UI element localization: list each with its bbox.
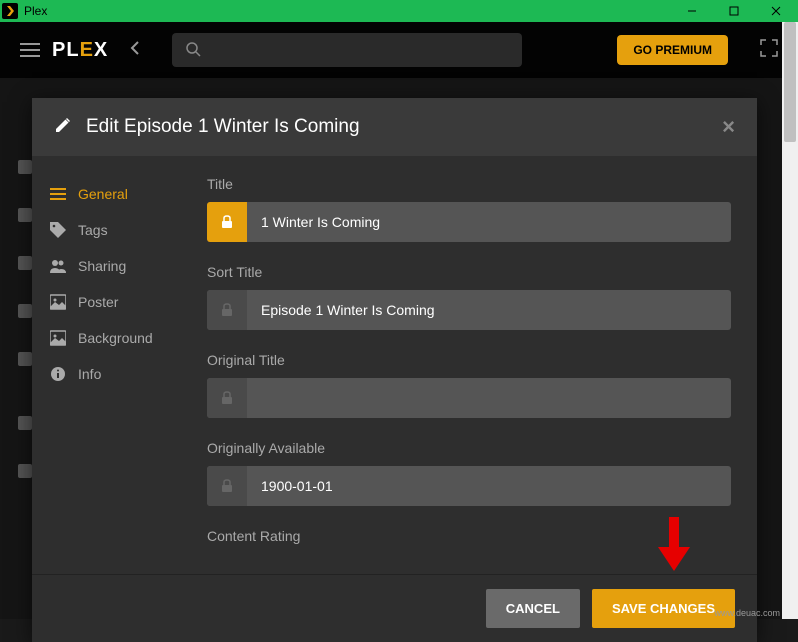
scrollbar-thumb[interactable] <box>784 22 796 142</box>
plex-logo[interactable]: PLEX <box>52 39 108 62</box>
tab-label: Sharing <box>78 258 126 274</box>
input-wrap <box>207 378 731 418</box>
image-icon <box>50 294 66 310</box>
input-wrap <box>207 466 731 506</box>
lock-toggle[interactable] <box>207 466 247 506</box>
field-label: Originally Available <box>207 440 731 456</box>
field-sort-title: Sort Title <box>207 264 731 330</box>
tab-label: Tags <box>78 222 108 238</box>
field-title: Title <box>207 176 731 242</box>
pencil-icon <box>54 116 72 139</box>
image-icon <box>50 330 66 346</box>
window-controls <box>672 1 796 21</box>
watermark: www.deuac.com <box>714 608 780 618</box>
search-input[interactable] <box>172 33 522 67</box>
tab-info[interactable]: Info <box>32 356 197 392</box>
modal-form: Title Sort Title Original <box>197 156 757 574</box>
tab-tags[interactable]: Tags <box>32 212 197 248</box>
app-icon <box>2 3 18 19</box>
info-icon <box>50 366 66 382</box>
close-modal-button[interactable]: × <box>722 114 735 140</box>
modal-header: Edit Episode 1 Winter Is Coming × <box>32 98 757 156</box>
field-content-rating: Content Rating <box>207 528 731 544</box>
minimize-button[interactable] <box>672 1 712 21</box>
app-header: PLEX GO PREMIUM <box>0 22 798 78</box>
input-wrap <box>207 202 731 242</box>
go-premium-button[interactable]: GO PREMIUM <box>617 35 728 65</box>
lock-icon <box>221 215 233 229</box>
tab-sharing[interactable]: Sharing <box>32 248 197 284</box>
maximize-button[interactable] <box>714 1 754 21</box>
field-label: Original Title <box>207 352 731 368</box>
window-titlebar: Plex <box>0 0 798 22</box>
originally-available-input[interactable] <box>247 466 731 506</box>
field-originally-available: Originally Available <box>207 440 731 506</box>
window-title: Plex <box>24 4 672 18</box>
field-original-title: Original Title <box>207 352 731 418</box>
expand-icon[interactable] <box>760 39 778 62</box>
input-wrap <box>207 290 731 330</box>
tab-label: Poster <box>78 294 118 310</box>
edit-modal: Edit Episode 1 Winter Is Coming × Genera… <box>32 98 757 642</box>
lock-icon <box>221 391 233 405</box>
modal-title: Edit Episode 1 Winter Is Coming <box>86 116 722 138</box>
tab-general[interactable]: General <box>32 176 197 212</box>
tag-icon <box>50 222 66 238</box>
tab-label: General <box>78 186 128 202</box>
title-input[interactable] <box>247 202 731 242</box>
field-label: Title <box>207 176 731 192</box>
modal-footer: CANCEL SAVE CHANGES <box>32 574 757 642</box>
modal-body: General Tags Sharing Poster Background I… <box>32 156 757 574</box>
cancel-button[interactable]: CANCEL <box>486 589 580 628</box>
hamburger-menu-icon[interactable] <box>20 42 40 58</box>
lock-toggle[interactable] <box>207 290 247 330</box>
logo-text: X <box>94 39 108 61</box>
tab-poster[interactable]: Poster <box>32 284 197 320</box>
close-window-button[interactable] <box>756 1 796 21</box>
field-label: Sort Title <box>207 264 731 280</box>
back-button[interactable] <box>120 40 152 61</box>
logo-text: PL <box>52 39 80 61</box>
vertical-scrollbar[interactable] <box>782 22 798 619</box>
field-label: Content Rating <box>207 528 731 544</box>
tab-label: Info <box>78 366 101 382</box>
original-title-input[interactable] <box>247 378 731 418</box>
tab-label: Background <box>78 330 153 346</box>
lock-icon <box>221 303 233 317</box>
lock-toggle[interactable] <box>207 202 247 242</box>
modal-sidebar: General Tags Sharing Poster Background I… <box>32 156 197 574</box>
search-icon <box>186 42 202 58</box>
logo-accent: E <box>80 39 94 61</box>
lock-toggle[interactable] <box>207 378 247 418</box>
lock-icon <box>221 479 233 493</box>
tab-background[interactable]: Background <box>32 320 197 356</box>
people-icon <box>50 258 66 274</box>
sort-title-input[interactable] <box>247 290 731 330</box>
list-icon <box>50 186 66 202</box>
